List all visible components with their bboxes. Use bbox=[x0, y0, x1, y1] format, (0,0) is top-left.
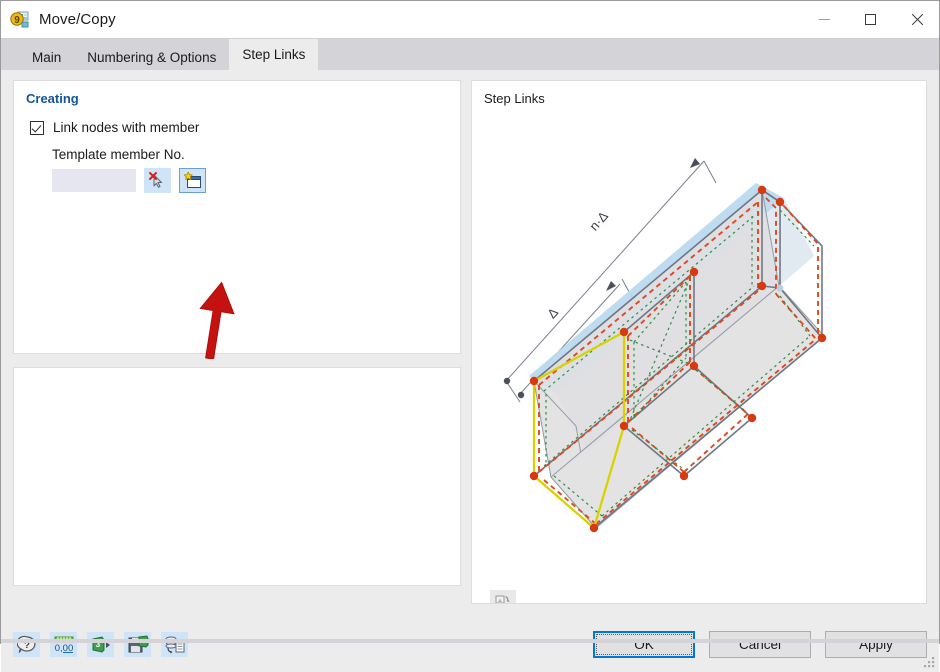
creating-group: Creating Link nodes with member Template… bbox=[13, 80, 461, 359]
save-settings-icon bbox=[128, 634, 148, 652]
new-member-button[interactable] bbox=[179, 168, 206, 193]
help-button[interactable]: ? bbox=[13, 632, 40, 657]
template-member-input[interactable] bbox=[52, 169, 136, 192]
node-marker bbox=[776, 284, 784, 292]
window-controls bbox=[801, 1, 939, 38]
rotate-view-icon[interactable] bbox=[490, 590, 516, 603]
template-member-row bbox=[52, 168, 448, 193]
title-bar: 9 Move/Copy bbox=[1, 1, 939, 39]
settings-icon: 3 bbox=[92, 635, 110, 653]
cancel-button[interactable]: Cancel bbox=[709, 631, 811, 658]
minimize-icon bbox=[818, 19, 830, 20]
database-button[interactable] bbox=[161, 632, 188, 657]
step-links-group: Step Links n·Δ Δ bbox=[471, 80, 927, 604]
database-icon bbox=[165, 636, 184, 653]
dialog-action-buttons: OK Cancel Apply bbox=[593, 631, 927, 658]
window-title: Move/Copy bbox=[39, 11, 116, 28]
units-button[interactable]: 0,00 bbox=[50, 632, 77, 657]
red-annotation-arrow bbox=[199, 281, 235, 359]
dialog-body: Creating Link nodes with member Template… bbox=[1, 70, 939, 617]
step-links-3d-figure: n·Δ Δ bbox=[503, 158, 827, 533]
minimize-button[interactable] bbox=[801, 1, 847, 38]
new-member-icon bbox=[183, 171, 201, 188]
settings-button[interactable]: 3 bbox=[87, 632, 114, 657]
footer-toolbar: ? 0,00 3 bbox=[13, 632, 188, 657]
link-nodes-label: Link nodes with member bbox=[53, 120, 200, 135]
move-copy-app-icon: 9 bbox=[10, 10, 30, 30]
units-icon: 0,00 bbox=[54, 636, 73, 654]
svg-text:9: 9 bbox=[14, 15, 20, 26]
link-nodes-checkbox-row[interactable]: Link nodes with member bbox=[30, 120, 448, 135]
pick-member-button[interactable] bbox=[144, 168, 171, 193]
template-member-label: Template member No. bbox=[52, 147, 185, 162]
move-copy-dialog: 9 Move/Copy Main Numbering & Options Ste… bbox=[0, 0, 940, 672]
tab-step-links[interactable]: Step Links bbox=[229, 39, 319, 70]
resize-grip[interactable] bbox=[923, 656, 936, 669]
dialog-footer: ? 0,00 3 OK Cancel Apply bbox=[1, 617, 939, 672]
ok-button[interactable]: OK bbox=[593, 631, 695, 658]
tab-numbering-options[interactable]: Numbering & Options bbox=[74, 44, 230, 70]
close-button[interactable] bbox=[893, 1, 939, 38]
maximize-icon bbox=[864, 14, 876, 25]
window-bottom-strip bbox=[1, 639, 939, 643]
step-links-group-title: Step Links bbox=[484, 91, 545, 106]
tab-main[interactable]: Main bbox=[19, 44, 75, 70]
help-icon: ? bbox=[16, 635, 35, 653]
creating-group-title: Creating bbox=[26, 91, 79, 106]
pick-member-icon bbox=[149, 172, 162, 188]
dimension-label-delta: Δ bbox=[544, 305, 561, 322]
dim-endpoint bbox=[503, 377, 511, 385]
tab-bar: Main Numbering & Options Step Links bbox=[1, 39, 939, 70]
left-column: Creating Link nodes with member Template… bbox=[13, 80, 461, 617]
step-links-diagram: n·Δ Δ bbox=[484, 120, 914, 603]
link-nodes-checkbox[interactable] bbox=[30, 120, 44, 135]
save-settings-button[interactable] bbox=[124, 632, 151, 657]
close-icon bbox=[910, 13, 923, 26]
dimension-label-n-delta: n·Δ bbox=[586, 208, 611, 233]
empty-panel bbox=[13, 367, 461, 586]
apply-button[interactable]: Apply bbox=[825, 631, 927, 658]
right-column: Step Links n·Δ Δ bbox=[471, 80, 927, 617]
maximize-button[interactable] bbox=[847, 1, 893, 38]
dim-endpoint bbox=[517, 391, 525, 399]
